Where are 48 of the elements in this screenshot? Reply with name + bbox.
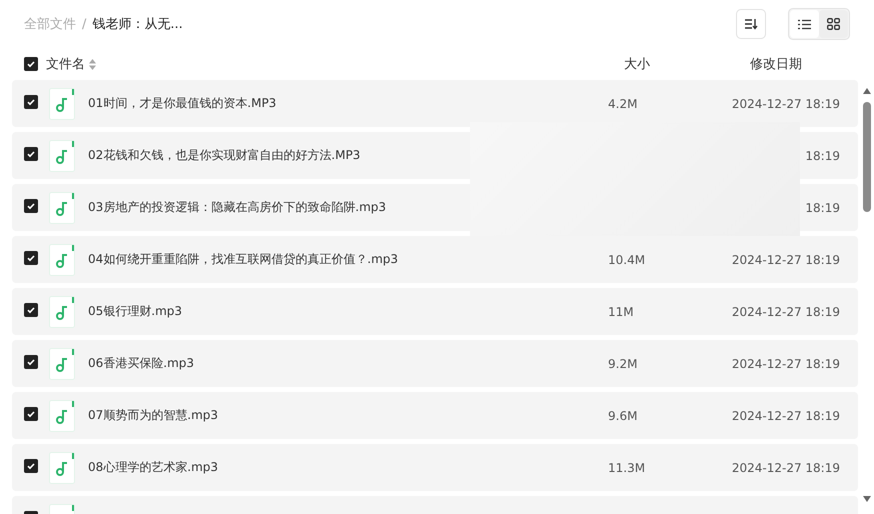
breadcrumb-item[interactable]: 钱老师：从无... <box>92 15 183 33</box>
file-name[interactable]: 06香港买保险.mp3 <box>88 355 608 372</box>
music-file-icon <box>49 244 75 276</box>
checkbox[interactable] <box>24 199 38 213</box>
file-size: 10.4M <box>608 252 646 266</box>
sort-button[interactable] <box>736 9 766 39</box>
modified-date: 18:19 <box>804 148 840 162</box>
modified-date: 2024-12-27 18:19 <box>730 252 840 266</box>
music-file-icon <box>49 296 75 328</box>
sort-icon <box>744 18 758 30</box>
modified-date: 2024-12-27 18:19 <box>730 304 840 318</box>
music-file-icon <box>49 192 75 224</box>
modified-date: 18:19 <box>804 200 840 214</box>
list-view-button[interactable] <box>790 10 819 38</box>
checkbox[interactable] <box>24 147 38 161</box>
music-file-icon <box>49 88 75 120</box>
modified-date: 2024-12-27 18:19 <box>730 96 840 110</box>
music-file-icon <box>49 140 75 172</box>
column-header[interactable]: 文件名 <box>46 55 85 73</box>
file-size: 11M <box>608 304 635 318</box>
file-name[interactable]: 04如何绕开重重陷阱，找准互联网借贷的真正价值？.mp3 <box>88 251 608 268</box>
checkbox[interactable] <box>24 251 38 265</box>
modified-date: 2024-12-27 18:19 <box>730 356 840 370</box>
file-size: 9.2M <box>608 356 638 370</box>
checkbox[interactable] <box>24 303 38 317</box>
music-file-icon <box>49 400 75 432</box>
file-size: 4.2M <box>608 96 638 110</box>
modified-date: 2024-12-27 18:19 <box>730 460 840 474</box>
checkbox[interactable] <box>24 57 38 71</box>
file-name[interactable]: 08心理学的艺术家.mp3 <box>88 459 608 476</box>
grid-view-button[interactable] <box>819 10 848 38</box>
file-name[interactable]: 01时间，才是你最值钱的资本.MP3 <box>88 95 608 112</box>
music-file-icon <box>49 348 75 380</box>
checkbox[interactable] <box>24 355 38 369</box>
modified-date: 2024-12-27 18:19 <box>730 408 840 422</box>
checkbox[interactable] <box>24 459 38 473</box>
column-header[interactable]: 修改日期 <box>750 55 874 73</box>
breadcrumb-separator: / <box>82 16 86 32</box>
file-name[interactable]: 07顺势而为的智慧.mp3 <box>88 407 608 424</box>
checkbox[interactable] <box>24 95 38 109</box>
file-size: 11.3M <box>608 460 646 474</box>
file-size: 9.6M <box>608 408 638 422</box>
music-file-icon <box>49 452 75 484</box>
list-icon <box>798 18 811 30</box>
column-header[interactable]: 大小 <box>624 55 750 73</box>
grid-icon <box>827 18 840 30</box>
file-name[interactable]: 05银行理财.mp3 <box>88 303 608 320</box>
checkbox[interactable] <box>24 407 38 421</box>
